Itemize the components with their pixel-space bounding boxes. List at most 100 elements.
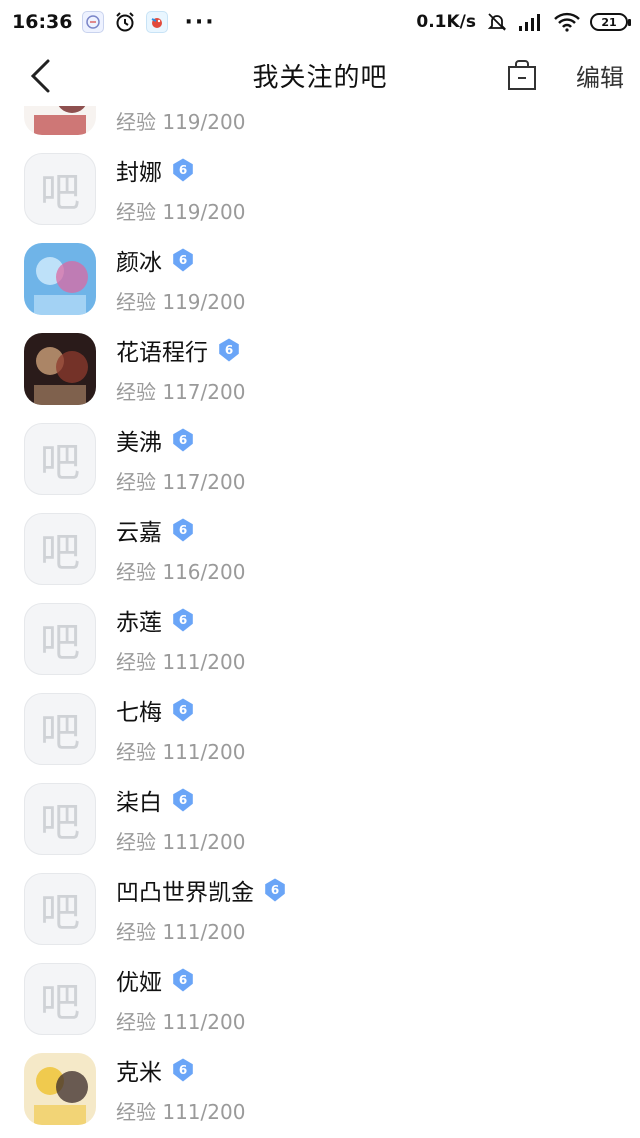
bar-name-line: 柒白 6 (116, 784, 196, 816)
bar-name-line: 凹凸世界凯金 6 (116, 874, 288, 906)
bar-avatar: 吧 (24, 783, 96, 855)
bar-avatar (24, 333, 96, 405)
level-badge-icon: 6 (173, 608, 193, 632)
experience-label: 经验 (116, 560, 156, 584)
level-number: 6 (179, 253, 187, 267)
bar-name: 赤莲 (116, 610, 162, 636)
network-speed: 0.1K/s (416, 12, 476, 32)
experience-label: 经验 (116, 1100, 156, 1124)
bar-avatar: 吧 (24, 603, 96, 675)
default-bar-glyph: 吧 (40, 440, 80, 486)
battery-indicator: 21 (590, 13, 631, 31)
experience-label: 经验 (116, 110, 156, 134)
experience-label: 经验 (116, 740, 156, 764)
level-number: 6 (271, 883, 279, 897)
bar-name-line: 美沸 6 (116, 424, 196, 456)
bar-list-item[interactable]: 吧 七梅 6 经验 111/200 (0, 684, 640, 774)
navigation-bar: 我关注的吧 编辑 (0, 44, 640, 106)
level-number: 6 (179, 433, 187, 447)
experience-text: 经验 119/200 (116, 196, 245, 225)
level-badge-icon: 6 (219, 338, 239, 362)
bar-avatar: 吧 (24, 873, 96, 945)
wifi-icon (554, 12, 580, 32)
bar-name: 优娅 (116, 970, 162, 996)
level-number: 6 (225, 343, 233, 357)
chevron-left-icon (30, 59, 50, 93)
level-number: 6 (179, 1063, 187, 1077)
status-left: 16:36 ··· (12, 10, 216, 35)
bar-avatar: 吧 (24, 963, 96, 1035)
bird-app-icon (146, 11, 169, 33)
edit-button[interactable]: 编辑 (576, 58, 624, 93)
list-content: 经验 119/200 吧封娜 6 经验 119/200 颜冰 6 经验 119/20… (0, 106, 640, 1134)
bar-image (24, 1053, 96, 1125)
bar-name-line: 克米 6 (116, 1054, 196, 1086)
experience-value: 117/200 (162, 470, 246, 494)
default-bar-glyph: 吧 (40, 710, 80, 756)
default-bar-glyph: 吧 (40, 170, 80, 216)
bar-name: 花语程行 (116, 340, 208, 366)
back-button[interactable] (18, 54, 62, 98)
bar-name: 美沸 (116, 430, 162, 456)
status-right: 0.1K/s 21 (416, 11, 631, 33)
level-badge-icon: 6 (173, 428, 193, 452)
experience-text: 经验 119/200 (116, 286, 245, 315)
experience-label: 经验 (116, 290, 156, 314)
bar-list-item[interactable]: 吧 赤莲 6 经验 111/200 (0, 594, 640, 684)
experience-text: 经验 119/200 (116, 106, 245, 135)
bar-avatar: 吧 (24, 153, 96, 225)
level-badge-icon: 6 (173, 698, 193, 722)
bar-list-item[interactable]: 吧 凹凸世界凯金 6 经验 111/200 (0, 864, 640, 954)
experience-text: 经验 111/200 (116, 1096, 245, 1125)
experience-value: 117/200 (162, 380, 246, 404)
more-notifications-icon: ··· (184, 9, 216, 35)
status-bar: 16:36 ··· 0.1K/s 21 (0, 0, 640, 44)
experience-text: 经验 117/200 (116, 376, 245, 405)
bar-list-item[interactable]: 吧 柒白 6 经验 111/200 (0, 774, 640, 864)
experience-value: 119/200 (162, 200, 246, 224)
bar-avatar: 吧 (24, 513, 96, 585)
experience-value: 111/200 (162, 830, 246, 854)
bar-list-item[interactable]: 经验 119/200 (0, 106, 640, 144)
level-number: 6 (179, 973, 187, 987)
level-number: 6 (179, 703, 187, 717)
default-bar-glyph: 吧 (40, 980, 80, 1026)
experience-text: 经验 116/200 (116, 556, 245, 585)
experience-label: 经验 (116, 650, 156, 674)
bar-list-item[interactable]: 克米 6 经验 111/200 (0, 1044, 640, 1134)
level-badge-icon: 6 (173, 968, 193, 992)
alarm-icon (114, 11, 136, 33)
app-notification-icon (82, 11, 105, 33)
bar-name: 云嘉 (116, 520, 162, 546)
bar-name-line: 云嘉 6 (116, 514, 196, 546)
experience-label: 经验 (116, 200, 156, 224)
followed-bars-list: 经验 119/200 吧封娜 6 经验 119/200 颜冰 6 经验 119/20… (0, 106, 640, 1138)
default-bar-glyph: 吧 (40, 890, 80, 936)
mute-bell-icon (486, 11, 508, 33)
experience-text: 经验 111/200 (116, 736, 245, 765)
experience-value: 116/200 (162, 560, 246, 584)
bar-list-item[interactable]: 吧 美沸 6 经验 117/200 (0, 414, 640, 504)
collapse-button[interactable] (502, 56, 542, 96)
level-badge-icon: 6 (173, 248, 193, 272)
bar-name: 克米 (116, 1060, 162, 1086)
bar-list-item[interactable]: 花语程行 6 经验 117/200 (0, 324, 640, 414)
clock: 16:36 (12, 11, 73, 33)
bar-list-item[interactable]: 吧 封娜 6 经验 119/200 (0, 144, 640, 234)
experience-text: 经验 111/200 (116, 826, 245, 855)
bar-avatar (24, 106, 96, 135)
bar-name: 七梅 (116, 700, 162, 726)
level-badge-icon: 6 (173, 1058, 193, 1082)
experience-text: 经验 111/200 (116, 1006, 245, 1035)
folder-minus-icon (508, 60, 536, 90)
level-number: 6 (179, 163, 187, 177)
experience-value: 119/200 (162, 290, 246, 314)
bar-image (24, 333, 96, 405)
bar-list-item[interactable]: 颜冰 6 经验 119/200 (0, 234, 640, 324)
default-bar-glyph: 吧 (40, 800, 80, 846)
default-bar-glyph: 吧 (40, 620, 80, 666)
experience-label: 经验 (116, 380, 156, 404)
bar-list-item[interactable]: 吧 优娅 6 经验 111/200 (0, 954, 640, 1044)
bar-list-item[interactable]: 吧 云嘉 6 经验 116/200 (0, 504, 640, 594)
experience-value: 111/200 (162, 1100, 246, 1124)
